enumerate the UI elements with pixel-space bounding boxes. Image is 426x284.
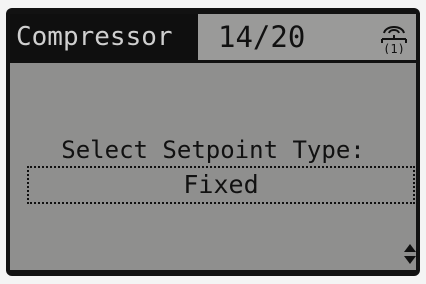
header-divider	[10, 60, 416, 63]
up-down-arrows-icon	[404, 244, 416, 264]
network-icon: (1)	[381, 26, 407, 54]
svg-text:(1): (1)	[383, 42, 405, 54]
menu-title: Compressor	[10, 14, 198, 60]
setpoint-type-selector[interactable]: Fixed	[27, 166, 415, 204]
header-bar: Compressor 14/20 (1)	[10, 14, 416, 60]
page-indicator: 14/20	[218, 20, 306, 54]
setpoint-type-prompt: Select Setpoint Type:	[61, 136, 365, 164]
lcd-screen: Compressor 14/20 (1) Select Setpoint Typ…	[10, 14, 416, 270]
device-bezel: Compressor 14/20 (1) Select Setpoint Typ…	[0, 0, 426, 284]
